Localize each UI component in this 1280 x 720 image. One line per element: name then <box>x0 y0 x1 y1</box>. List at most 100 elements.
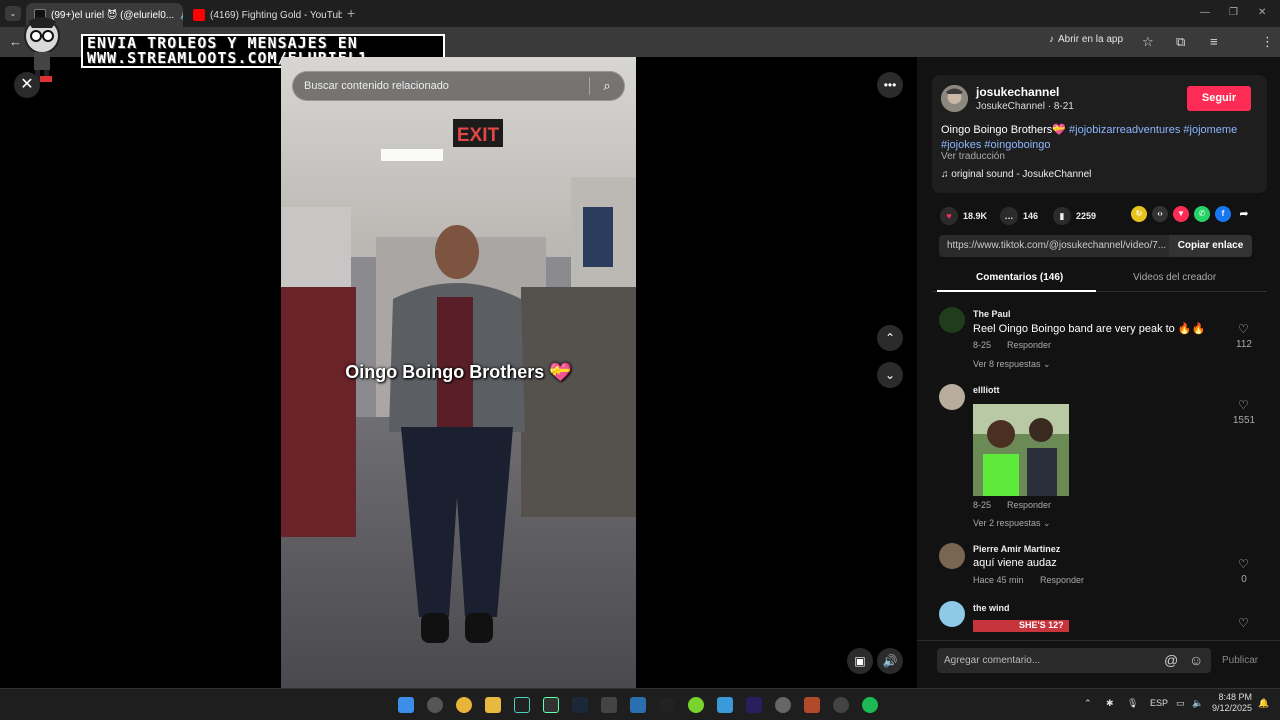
publish-button[interactable]: Publicar <box>1222 655 1258 666</box>
premiere-icon[interactable] <box>746 697 762 713</box>
heart-icon: ♥ <box>940 207 958 225</box>
calculator-icon[interactable] <box>601 697 617 713</box>
related-search-bar[interactable]: Buscar contenido relacionado ⌕ <box>292 71 625 101</box>
new-tab-icon[interactable]: + <box>347 5 355 21</box>
comment-like-count: 0 <box>1241 574 1247 585</box>
xbox-icon[interactable] <box>543 697 559 713</box>
active-tab-indicator <box>937 290 1096 292</box>
view-replies-button[interactable]: Ver 2 respuestas ⌄ <box>973 518 1051 529</box>
tab-comments[interactable]: Comentarios (146) <box>976 272 1063 283</box>
svg-text:EXIT: EXIT <box>457 125 500 146</box>
notepad-icon[interactable] <box>717 697 733 713</box>
facebook-icon[interactable]: f <box>1215 206 1231 222</box>
comment-stat[interactable]: … 146 <box>1000 207 1038 225</box>
view-replies-button[interactable]: Ver 8 respuestas ⌄ <box>973 359 1051 370</box>
microphone-icon[interactable]: 🎙 <box>1127 698 1138 709</box>
video-url[interactable]: https://www.tiktok.com/@josukechannel/vi… <box>947 240 1166 251</box>
embed-icon[interactable]: ‹› <box>1152 206 1168 222</box>
media-player-icon[interactable] <box>833 697 849 713</box>
copy-link-button[interactable]: Copiar enlace <box>1169 235 1252 257</box>
steam-icon[interactable] <box>572 697 588 713</box>
game-icon[interactable] <box>804 697 820 713</box>
tab-list-icon[interactable]: ⌄ <box>5 6 21 21</box>
app-icon[interactable] <box>775 697 791 713</box>
minimize-icon[interactable]: — <box>1200 7 1210 18</box>
bluetooth-icon[interactable]: ✱ <box>1106 698 1114 709</box>
obs-icon[interactable] <box>427 697 443 713</box>
comment-username[interactable]: ellliott <box>973 385 1000 395</box>
reply-button[interactable]: Responder <box>1040 575 1084 585</box>
more-options-button[interactable]: ••• <box>877 72 903 98</box>
comment-image[interactable] <box>973 404 1069 496</box>
close-video-button[interactable]: ✕ <box>14 72 40 98</box>
volume-icon[interactable]: 🔈 <box>1192 698 1203 709</box>
comment-like-icon[interactable]: ♡ <box>1238 398 1249 412</box>
reading-list-icon[interactable]: ≡ <box>1210 34 1218 49</box>
windows-start-icon[interactable] <box>398 697 414 713</box>
reply-button[interactable]: Responder <box>1007 340 1051 350</box>
network-icon[interactable]: ▭ <box>1176 698 1185 709</box>
search-icon[interactable]: ⌕ <box>590 78 624 94</box>
comment-like-icon[interactable]: ♡ <box>1238 616 1249 630</box>
comment-avatar[interactable] <box>939 307 965 333</box>
music-note-icon: ♫ <box>941 169 952 180</box>
bookmark-star-icon[interactable]: ☆ <box>1142 34 1154 50</box>
comment-username[interactable]: The Paul <box>973 309 1011 319</box>
comment-username[interactable]: Pierre Amir Martinez <box>973 544 1060 554</box>
speaker-icon[interactable]: 🔊 <box>180 10 183 21</box>
save-stat[interactable]: ▮ 2259 <box>1053 207 1096 225</box>
capcut-icon[interactable] <box>514 697 530 713</box>
system-clock[interactable]: 8:48 PM 9/12/2025 <box>1212 692 1252 714</box>
comment-avatar[interactable] <box>939 601 965 627</box>
comment-avatar[interactable] <box>939 543 965 569</box>
share-arrow-icon[interactable]: ➦ <box>1236 206 1252 222</box>
follow-button[interactable]: Seguir <box>1187 86 1251 111</box>
tray-chevron-icon[interactable]: ⌃ <box>1084 698 1092 709</box>
channel-name[interactable]: josukechannel <box>976 85 1059 99</box>
utorrent-icon[interactable] <box>688 697 704 713</box>
mention-icon[interactable]: @ <box>1164 652 1178 668</box>
window-close-icon[interactable]: ✕ <box>1258 7 1266 18</box>
comment-avatar[interactable] <box>939 384 965 410</box>
previous-video-button[interactable]: ⌃ <box>877 325 903 351</box>
chrome-icon[interactable] <box>456 697 472 713</box>
comment-like-icon[interactable]: ♡ <box>1238 557 1249 571</box>
sound-label: original sound - JosukeChannel <box>951 169 1092 180</box>
comment-date: 8-25 <box>973 340 992 350</box>
floating-player-button[interactable]: ▣ <box>847 648 873 674</box>
volume-button[interactable]: 🔊 <box>877 648 903 674</box>
tab-youtube[interactable]: (4169) Fighting Gold - YouTube ✕ <box>185 3 342 27</box>
original-sound[interactable]: ♫ original sound - JosukeChannel <box>941 169 1091 180</box>
channel-avatar[interactable] <box>941 85 968 112</box>
whatsapp-icon[interactable]: ✆ <box>1194 206 1210 222</box>
language-indicator[interactable]: ESP <box>1150 698 1168 708</box>
spotify-icon[interactable] <box>862 697 878 713</box>
hashtag-link[interactable]: #jojomeme <box>1183 124 1237 136</box>
maximize-icon[interactable]: ❐ <box>1229 7 1238 18</box>
next-video-button[interactable]: ⌄ <box>877 362 903 388</box>
comment-image-sticker[interactable]: SHE'S 12? <box>973 620 1069 632</box>
comment-like-icon[interactable]: ♡ <box>1238 322 1249 336</box>
photos-icon[interactable] <box>630 697 646 713</box>
comment-like-count: 1551 <box>1232 415 1256 426</box>
video-caption: Oingo Boingo Brothers 💝 <box>345 362 572 382</box>
translate-link[interactable]: Ver traducción <box>941 151 1005 162</box>
extensions-icon[interactable]: ⧉ <box>1176 34 1185 50</box>
hashtag-link[interactable]: #oingoboingo <box>984 139 1050 151</box>
tab-creator-videos[interactable]: Videos del creador <box>1133 272 1216 283</box>
hashtag-link[interactable]: #jojobizarreadventures <box>1069 124 1180 136</box>
open-in-app-label: Abrir en la app <box>1058 34 1124 45</box>
emoji-icon[interactable]: ☺ <box>1189 652 1203 668</box>
file-explorer-icon[interactable] <box>485 697 501 713</box>
like-stat[interactable]: ♥ 18.9K <box>940 207 987 225</box>
comment-username[interactable]: the wind <box>973 603 1010 613</box>
g-app-icon[interactable] <box>659 697 675 713</box>
open-in-app-button[interactable]: ♪ Abrir en la app <box>1049 34 1123 45</box>
notifications-icon[interactable]: 🔔 <box>1258 698 1269 709</box>
send-icon[interactable]: ▼ <box>1173 206 1189 222</box>
reply-button[interactable]: Responder <box>1007 500 1051 510</box>
comments-count: 146 <box>1023 211 1039 221</box>
hashtag-link[interactable]: #jojokes <box>941 139 981 151</box>
repost-icon[interactable]: ↻ <box>1131 206 1147 222</box>
menu-icon[interactable]: ⋮ <box>1261 34 1274 50</box>
